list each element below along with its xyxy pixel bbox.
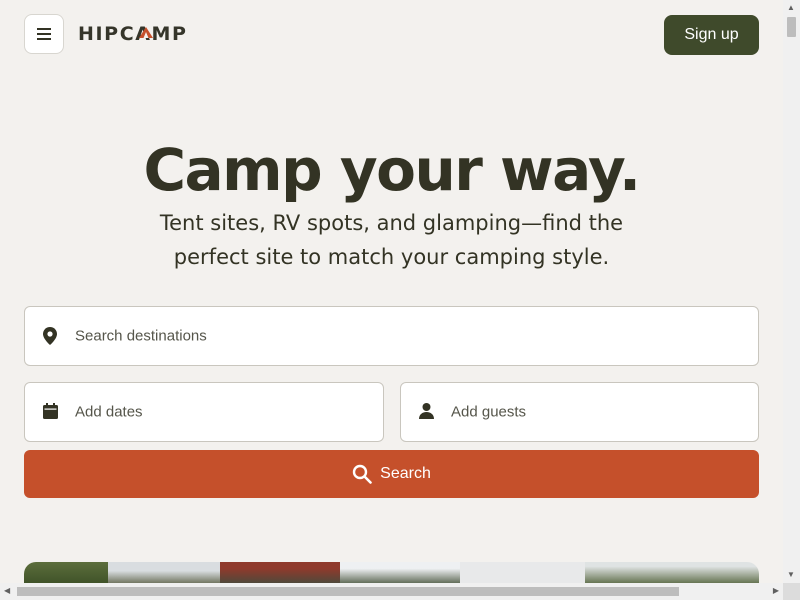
dates-input[interactable]: Add dates	[24, 382, 384, 442]
dates-placeholder: Add dates	[75, 403, 143, 421]
hero-subtitle-line-1: Tent sites, RV spots, and glamping—find …	[159, 211, 624, 235]
destination-placeholder: Search destinations	[75, 327, 207, 345]
carousel-photo[interactable]	[108, 562, 220, 584]
guests-placeholder: Add guests	[451, 403, 527, 421]
calendar-icon	[41, 402, 59, 420]
carousel-photo[interactable]	[585, 562, 759, 584]
signup-button[interactable]: Sign up	[664, 15, 759, 55]
map-pin-icon	[41, 327, 59, 345]
scroll-left-arrow-icon[interactable]: ◀	[4, 587, 10, 595]
logo-tent-mark	[139, 27, 153, 38]
hamburger-icon	[37, 28, 51, 40]
hipcamp-logo[interactable]: HIPCAMP	[78, 21, 188, 47]
search-button[interactable]: Search	[24, 450, 759, 498]
search-button-label: Search	[380, 465, 431, 482]
search-icon	[352, 464, 372, 484]
guests-input[interactable]: Add guests	[400, 382, 759, 442]
scroll-up-arrow-icon[interactable]: ▲	[787, 4, 795, 12]
carousel-photo[interactable]	[460, 562, 585, 584]
hero-subtitle-line-2: perfect site to match your camping style…	[173, 245, 610, 269]
destination-search-input[interactable]: Search destinations	[24, 306, 759, 366]
scrollbar-corner	[783, 583, 800, 600]
horizontal-scrollbar[interactable]: ◀ ▶	[0, 583, 783, 600]
scroll-down-arrow-icon[interactable]: ▼	[787, 571, 795, 579]
hero-title: Camp your way.	[143, 136, 641, 204]
logo-text: HIPCAMP	[78, 23, 188, 45]
scroll-right-arrow-icon[interactable]: ▶	[773, 587, 779, 595]
menu-button[interactable]	[24, 14, 64, 54]
horizontal-scroll-thumb[interactable]	[17, 587, 679, 596]
photo-carousel[interactable]	[24, 562, 759, 584]
hero-subtitle: Tent sites, RV spots, and glamping—find …	[130, 206, 653, 274]
person-icon	[417, 402, 435, 420]
site-header: HIPCAMP Sign up	[0, 0, 783, 70]
carousel-photo[interactable]	[24, 562, 108, 584]
vertical-scrollbar[interactable]: ▲ ▼	[783, 0, 800, 583]
vertical-scroll-thumb[interactable]	[787, 17, 796, 37]
carousel-photo[interactable]	[220, 562, 340, 584]
carousel-photo[interactable]	[340, 562, 460, 584]
